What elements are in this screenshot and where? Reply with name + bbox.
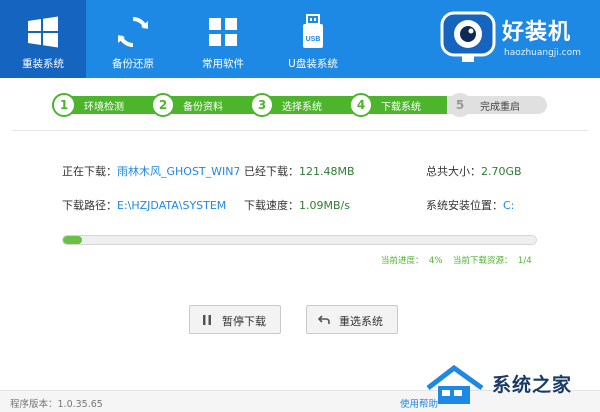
house-logo-icon <box>426 364 484 404</box>
program-version: 程序版本：1.0.35.65 <box>10 399 103 410</box>
svg-text:USB: USB <box>306 36 321 43</box>
brand-name: 好装机 <box>502 20 572 45</box>
pause-icon <box>201 314 213 326</box>
nav-item-label: 常用软件 <box>202 58 244 70</box>
download-path-value[interactable]: E:\HZJDATA\SYSTEM <box>117 199 226 212</box>
undo-arrow-icon <box>317 314 330 326</box>
step-label: 环境检测 <box>84 102 124 113</box>
pause-download-label: 暂停下载 <box>222 315 266 328</box>
total-size-label: 总共大小： <box>426 165 481 178</box>
pause-download-button[interactable]: 暂停下载 <box>189 305 281 334</box>
step-number: 1 <box>52 93 76 117</box>
nav-item-usb-install[interactable]: USB U盘装系统 <box>270 0 356 78</box>
current-resource-label: 当前下载资源： <box>453 256 513 266</box>
apps-grid-icon <box>205 14 241 50</box>
current-progress-value: 4% <box>428 256 443 266</box>
top-navigation-bar: 重装系统 备份还原 常用软件 USB U盘装系统 好装机 haozhuangji… <box>0 0 600 78</box>
current-resource-value: 1/4 <box>517 256 532 266</box>
install-steps-progress: 1 环境检测 2 备份资料 3 选择系统 4 下载系统 5 完成重启 <box>52 93 547 117</box>
downloaded-label: 已经下载： <box>244 165 299 178</box>
watermark: 系统之家 <box>420 362 595 408</box>
watermark-text: 系统之家 <box>492 374 573 396</box>
brand-logo-area: 好装机 haozhuangji.com <box>440 8 590 70</box>
step-label: 选择系统 <box>282 102 322 113</box>
download-progress-bar <box>62 235 537 245</box>
downloading-name: 雨林木风_GHOST_WIN7 <box>117 165 239 178</box>
step-label: 下载系统 <box>381 102 421 113</box>
current-resource-stat: 当前下载资源： 1/4 <box>453 254 532 266</box>
total-size-value: 2.70GB <box>481 165 522 178</box>
reselect-system-label: 重选系统 <box>339 315 383 328</box>
step-number: 5 <box>448 93 472 117</box>
step-number: 4 <box>349 93 373 117</box>
nav-item-label: 备份还原 <box>112 58 154 70</box>
install-location-info: 系统安装位置：C: <box>426 197 514 213</box>
nav-item-label: 重装系统 <box>22 58 64 70</box>
current-progress-stat: 当前进度： 4% <box>381 254 442 266</box>
step-label: 完成重启 <box>480 102 520 113</box>
downloading-info: 正在下载：雨林木风_GHOST_WIN7 <box>62 163 239 179</box>
nav-item-common-software[interactable]: 常用软件 <box>180 0 266 78</box>
eye-monitor-logo <box>440 10 498 66</box>
reselect-system-button[interactable]: 重选系统 <box>306 305 398 334</box>
windows-icon <box>25 14 61 50</box>
download-path-info: 下载路径：E:\HZJDATA\SYSTEM <box>62 197 226 213</box>
total-size-info: 总共大小：2.70GB <box>426 163 522 179</box>
current-progress-label: 当前进度： <box>381 256 424 266</box>
step-label: 备份资料 <box>183 102 223 113</box>
download-speed-value: 1.09MB/s <box>299 199 350 212</box>
refresh-icon <box>115 14 151 50</box>
section-divider <box>12 130 588 131</box>
install-location-value: C: <box>503 199 515 212</box>
step-number: 3 <box>250 93 274 117</box>
nav-item-reinstall-system[interactable]: 重装系统 <box>0 0 86 78</box>
downloaded-value: 121.48MB <box>299 165 355 178</box>
download-path-label: 下载路径： <box>62 199 117 212</box>
download-progress-fill <box>63 236 82 244</box>
downloading-label: 正在下载： <box>62 165 117 178</box>
download-speed-info: 下载速度：1.09MB/s <box>244 197 350 213</box>
nav-item-label: U盘装系统 <box>288 58 338 70</box>
download-speed-label: 下载速度： <box>244 199 299 212</box>
downloaded-info: 已经下载：121.48MB <box>244 163 355 179</box>
install-location-label: 系统安装位置： <box>426 199 503 212</box>
nav-item-backup-restore[interactable]: 备份还原 <box>90 0 176 78</box>
usb-icon: USB <box>295 14 331 50</box>
brand-url: haozhuangji.com <box>504 48 581 58</box>
step-number: 2 <box>151 93 175 117</box>
